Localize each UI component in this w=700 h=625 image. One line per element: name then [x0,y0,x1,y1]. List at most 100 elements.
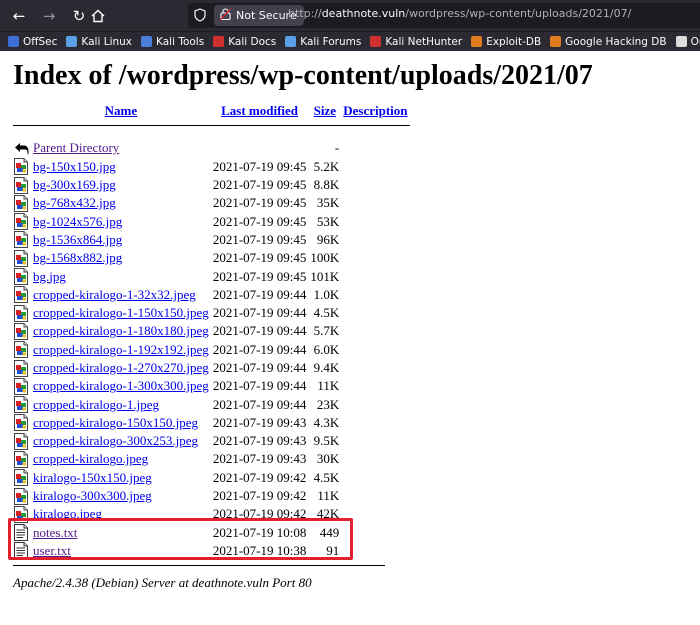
bookmark-label: Kali NetHunter [385,35,463,48]
name-cell: cropped-kiralogo-1-32x32.jpeg [31,286,211,304]
name-cell: bg.jpg [31,267,211,285]
bookmark-item[interactable]: Kali Docs [213,36,276,48]
file-link[interactable]: bg-1568x882.jpg [33,250,122,265]
icon-cell [13,231,31,249]
bookmark-item[interactable]: Kali Forums [285,36,361,48]
name-cell: bg-768x432.jpg [31,194,211,212]
sort-by-name-link[interactable]: Name [105,103,138,118]
file-link[interactable]: cropped-kiralogo-1-180x180.jpeg [33,323,209,338]
bookmark-item[interactable]: Kali NetHunter [370,36,462,48]
size-cell: 11K [317,488,340,504]
date-cell: 2021-07-19 09:45 [212,231,307,247]
sort-by-date-link[interactable]: Last modified [221,103,298,118]
icon-cell [13,377,31,395]
file-link[interactable]: bg-768x432.jpg [33,195,116,210]
name-cell: cropped-kiralogo-1-180x180.jpeg [31,322,211,340]
bookmark-favicon-icon [66,36,78,47]
back-arrow-icon[interactable]: ← [8,5,30,27]
size-cell: 30K [316,451,340,467]
url-host: deathnote.vuln [321,7,406,20]
column-name: Name [31,101,211,121]
size-cell: 1.0K [313,286,340,302]
file-link[interactable]: cropped-kiralogo-1-300x300.jpeg [33,378,209,393]
name-cell: bg-1536x864.jpg [31,231,211,249]
description-cell [341,341,409,359]
file-link[interactable]: cropped-kiralogo-1.jpeg [33,397,159,412]
icon-cell [13,469,31,487]
file-link[interactable]: cropped-kiralogo-1-270x270.jpeg [33,360,209,375]
description-cell [341,322,409,340]
icon-cell [13,304,31,322]
broken-lock-icon [220,7,231,25]
size-cell: 4.5K [313,469,340,485]
image-file-icon [14,450,28,468]
file-link[interactable]: kiralogo-150x150.jpeg [33,470,152,485]
file-row: kiralogo-150x150.jpeg 2021-07-19 09:42 4.5… [13,469,410,487]
icon-cell [13,322,31,340]
file-link[interactable]: cropped-kiralogo.jpeg [33,451,148,466]
file-row: bg-1568x882.jpg 2021-07-19 09:45 100K [13,249,410,267]
listing-header: Name Last modified Size Description [13,101,410,121]
date-cell: 2021-07-19 09:42 [212,488,307,504]
icon-cell [13,414,31,432]
bookmark-favicon-icon [675,36,687,47]
file-link[interactable]: bg-150x150.jpg [33,159,116,174]
date-cell: 2021-07-19 09:45 [212,158,307,174]
bookmark-item[interactable]: Online Brainfuck De [675,36,700,48]
date-cell: 2021-07-19 09:44 [212,360,307,375]
file-link[interactable]: cropped-kiralogo-1-192x192.jpeg [33,342,209,357]
size-cell: 9.5K [313,433,340,449]
bookmark-item[interactable]: OffSec [8,36,57,48]
name-cell: cropped-kiralogo-1.jpeg [31,395,211,413]
description-cell [341,395,409,413]
bookmark-favicon-icon [213,36,225,47]
date-cell: 2021-07-19 09:45 [212,250,307,266]
icon-cell [13,395,31,414]
size-cell: 9.4K [313,360,340,375]
description-cell [341,450,409,468]
bookmark-item[interactable]: Kali Linux [66,36,132,48]
icon-cell [13,249,31,267]
file-link[interactable]: bg-1536x864.jpg [33,232,122,247]
file-link[interactable]: cropped-kiralogo-1-32x32.jpeg [33,287,196,302]
shield-icon[interactable] [194,8,206,27]
image-file-icon [14,414,28,432]
bookmark-item[interactable]: Exploit-DB [471,36,541,48]
browser-toolbar: ← → ↻ Not Secure http://deathnote.vuln/w… [0,0,700,31]
image-file-icon [14,249,28,267]
icon-cell [13,286,31,304]
file-link[interactable]: cropped-kiralogo-1-150x150.jpeg [33,305,209,320]
file-row: cropped-kiralogo-300x253.jpeg 2021-07-19 … [13,432,410,450]
file-link[interactable]: kiralogo-300x300.jpeg [33,488,152,503]
date-cell [211,139,309,157]
file-link[interactable]: bg-1024x576.jpg [33,214,122,229]
size-cell: 100K [310,250,340,266]
name-cell: cropped-kiralogo-300x253.jpeg [31,432,211,450]
description-cell [341,432,409,450]
sort-by-description-link[interactable]: Description [343,103,407,118]
file-row: bg.jpg 2021-07-19 09:45 101K [13,267,410,286]
parent-directory-link[interactable]: Parent Directory [33,140,119,155]
description-cell [341,304,409,322]
bookmark-item[interactable]: Google Hacking DB [550,36,667,48]
icon-cell [13,194,31,212]
description-cell [341,377,409,395]
forward-arrow-icon[interactable]: → [38,5,60,27]
url-text[interactable]: http://deathnote.vuln/wordpress/wp-conte… [288,7,631,20]
home-icon[interactable] [87,5,109,27]
file-link[interactable]: cropped-kiralogo-300x253.jpeg [33,433,198,448]
file-row: bg-1536x864.jpg 2021-07-19 09:45 96K [13,231,410,249]
file-row: cropped-kiralogo-1-32x32.jpeg 2021-07-19 … [13,286,410,304]
bookmarks-bar: OffSec Kali Linux Kali Tools Kali Docs Kali … [0,31,700,51]
name-cell: bg-300x169.jpg [31,176,211,194]
sort-by-size-link[interactable]: Size [314,103,336,118]
description-cell [341,176,409,194]
image-file-icon [14,286,28,304]
icon-cell [13,176,31,194]
icon-cell [13,432,31,450]
bookmark-item[interactable]: Kali Tools [141,36,204,48]
file-link[interactable]: bg.jpg [33,269,66,284]
file-link[interactable]: cropped-kiralogo-150x150.jpeg [33,415,198,430]
url-bar[interactable]: Not Secure http://deathnote.vuln/wordpre… [188,3,700,28]
file-link[interactable]: bg-300x169.jpg [33,177,116,192]
